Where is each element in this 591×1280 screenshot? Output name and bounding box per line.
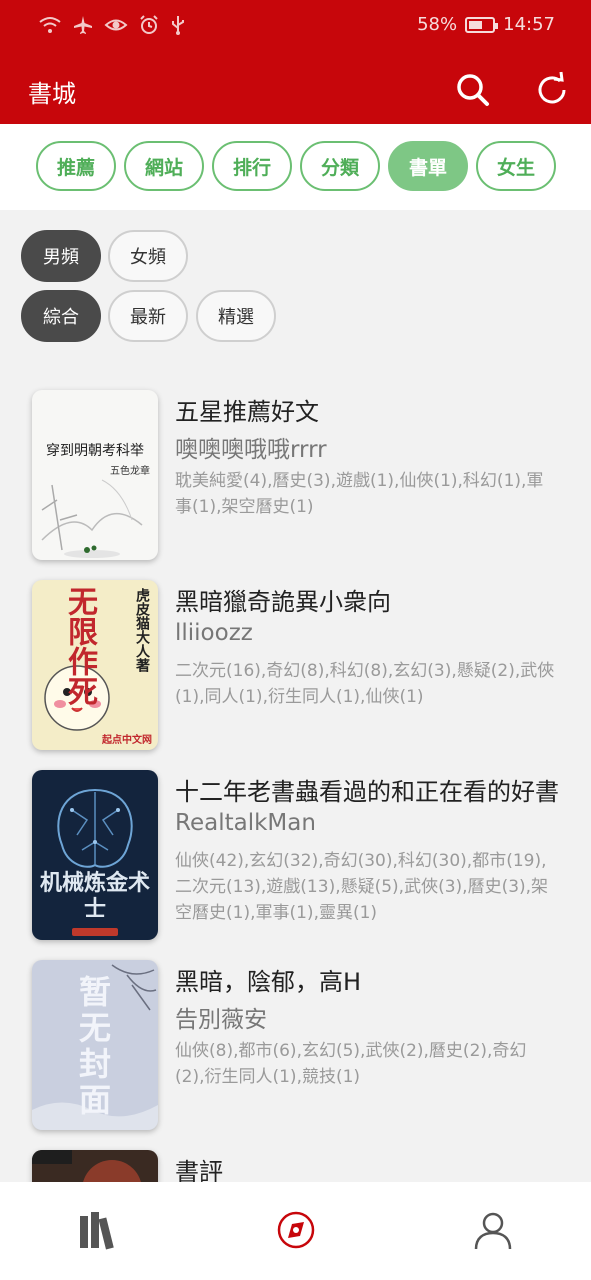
- tab-ranking[interactable]: 排行: [212, 141, 292, 191]
- refresh-button[interactable]: [532, 70, 572, 110]
- battery-icon: [465, 16, 499, 33]
- eye-icon: [104, 19, 128, 31]
- search-icon: [457, 74, 489, 106]
- book-cover: 无限作死 虎皮猫大人著 起点中文网: [32, 580, 158, 750]
- sort-overall[interactable]: 綜合: [21, 290, 101, 342]
- book-author: RealtalkMan: [175, 810, 316, 836]
- book-cover: 暂无封面: [32, 960, 158, 1130]
- tab-sites[interactable]: 網站: [124, 141, 204, 191]
- battery-fill: [469, 20, 483, 29]
- bottom-nav: [0, 1182, 591, 1280]
- tab-recommend[interactable]: 推薦: [36, 141, 116, 191]
- book-title: 五星推薦好文: [175, 398, 319, 426]
- page-title: 書城: [28, 80, 76, 108]
- book-list-item[interactable]: 无限作死 虎皮猫大人著 起点中文网 黑暗獵奇詭異小衆向 lliioozz 二次元…: [0, 580, 591, 760]
- book-cover: 穿到明朝考科举 五色龙章: [32, 390, 158, 560]
- airplane-icon: [74, 16, 92, 34]
- tab-female[interactable]: 女生: [476, 141, 556, 191]
- status-bar: 58% 14:57: [0, 0, 591, 52]
- clock: 14:57: [503, 14, 555, 35]
- cover-title: 穿到明朝考科举: [46, 443, 144, 459]
- cover-author: 五色龙章: [110, 466, 150, 477]
- discover-icon: [277, 1211, 315, 1249]
- book-title: 黑暗，陰郁，高H: [175, 968, 362, 996]
- search-button[interactable]: [453, 70, 493, 110]
- nav-profile[interactable]: [471, 1208, 515, 1252]
- usb-icon: [172, 16, 184, 35]
- sort-latest[interactable]: 最新: [108, 290, 188, 342]
- bookshelf-icon: [80, 1212, 114, 1250]
- book-title: 十二年老書蟲看過的和正在看的好書: [175, 778, 559, 806]
- tab-categories[interactable]: 分類: [300, 141, 380, 191]
- book-title: 黑暗獵奇詭異小衆向: [175, 588, 391, 616]
- nav-bookshelf[interactable]: [76, 1208, 120, 1252]
- book-list-item[interactable]: 暂无封面 黑暗，陰郁，高H 告別薇安 仙俠(8),都市(6),玄幻(5),武俠(…: [0, 960, 591, 1140]
- battery-percent: 58%: [417, 14, 458, 35]
- cover-author: 虎皮猫大人著: [134, 588, 150, 672]
- profile-icon: [474, 1212, 512, 1250]
- book-author: lliioozz: [175, 620, 253, 646]
- alarm-icon: [140, 15, 158, 34]
- wifi-icon: [39, 17, 61, 33]
- refresh-icon: [538, 71, 566, 104]
- cover-title: 无限作死: [62, 586, 97, 706]
- book-tags: 仙俠(8),都市(6),玄幻(5),武俠(2),曆史(2),奇幻(2),衍生同人…: [175, 1041, 527, 1087]
- cover-brand: 起点中文网: [102, 735, 152, 746]
- book-list-item[interactable]: 机械炼金术士 十二年老書蟲看過的和正在看的好書 RealtalkMan 仙俠(4…: [0, 770, 591, 950]
- nav-discover[interactable]: [274, 1208, 318, 1252]
- book-tags: 二次元(16),奇幻(8),科幻(8),玄幻(3),懸疑(2),武俠(1),同人…: [175, 661, 555, 707]
- cover-title: 机械炼金术士: [39, 870, 150, 922]
- status-right: 58% 14:57: [417, 14, 555, 35]
- filter-male-channel[interactable]: 男頻: [21, 230, 101, 282]
- book-author: 噢噢噢哦哦rrrr: [175, 437, 327, 463]
- book-tags: 仙俠(42),玄幻(32),奇幻(30),科幻(30),都市(19),二次元(1…: [175, 851, 549, 923]
- app-bar: 書城: [0, 52, 591, 124]
- book-list-item[interactable]: 穿到明朝考科举 五色龙章 五星推薦好文 噢噢噢哦哦rrrr 耽美純愛(4),曆史…: [0, 390, 591, 570]
- tab-booklists[interactable]: 書單: [388, 141, 468, 191]
- category-tabs: 推薦 網站 排行 分類 書單 女生: [0, 124, 591, 210]
- sort-featured[interactable]: 精選: [196, 290, 276, 342]
- book-cover: 机械炼金术士: [32, 770, 158, 940]
- filter-female-channel[interactable]: 女頻: [108, 230, 188, 282]
- cover-title: 暂无封面: [78, 973, 111, 1119]
- book-tags: 耽美純愛(4),曆史(3),遊戲(1),仙俠(1),科幻(1),軍事(1),架空…: [175, 471, 544, 517]
- status-icons: [38, 14, 186, 36]
- book-author: 告別薇安: [175, 1007, 267, 1033]
